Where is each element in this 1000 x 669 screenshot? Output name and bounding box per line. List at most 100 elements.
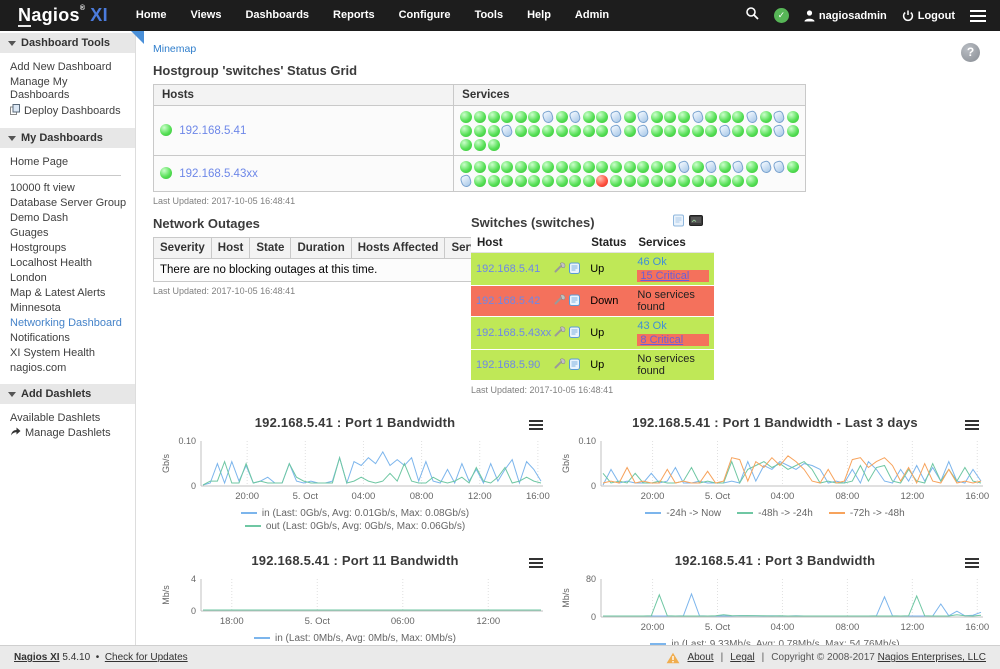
service-mouse-icon[interactable] [773, 110, 786, 123]
service-ok-icon[interactable] [746, 124, 759, 137]
nav-item-help[interactable]: Help [515, 0, 563, 31]
wrench-icon[interactable] [554, 294, 566, 308]
service-ok-icon[interactable] [786, 110, 799, 123]
service-mouse-icon[interactable] [637, 110, 650, 123]
sidebar-item-map-latest-alerts[interactable]: Map & Latest Alerts [10, 286, 129, 301]
sidebar-item-minnesota[interactable]: Minnesota [10, 301, 129, 316]
sidebar-item-manage-my-dashboards[interactable]: Manage My Dashboards [10, 75, 129, 103]
sidebar-item-guages[interactable]: Guages [10, 226, 129, 241]
service-ok-icon[interactable] [569, 174, 582, 187]
wrench-icon[interactable] [554, 358, 566, 372]
service-ok-icon[interactable] [786, 124, 799, 137]
page-icon[interactable] [672, 214, 685, 230]
service-mouse-icon[interactable] [610, 124, 623, 137]
service-mouse-icon[interactable] [637, 124, 650, 137]
service-ok-icon[interactable] [650, 124, 663, 137]
service-ok-icon[interactable] [691, 160, 704, 173]
service-ok-icon[interactable] [746, 174, 759, 187]
service-mouse-icon[interactable] [746, 110, 759, 123]
service-ok-icon[interactable] [786, 160, 799, 173]
service-ok-icon[interactable] [528, 110, 541, 123]
service-ok-icon[interactable] [474, 110, 487, 123]
note-icon[interactable] [569, 358, 580, 373]
service-ok-icon[interactable] [691, 124, 704, 137]
legend-item[interactable]: in (Last: 0Gb/s, Avg: 0.01Gb/s, Max: 0.0… [161, 507, 549, 520]
sidebar-item-deploy-dashboards[interactable]: Deploy Dashboards [10, 103, 129, 120]
service-ok-icon[interactable] [691, 174, 704, 187]
service-critical-icon[interactable] [596, 174, 609, 187]
sidebar-item-home-page[interactable]: Home Page [10, 155, 129, 170]
sidebar-item-nagios-com[interactable]: nagios.com [10, 361, 129, 376]
service-ok-icon[interactable] [705, 110, 718, 123]
service-mouse-icon[interactable] [759, 160, 772, 173]
service-ok-icon[interactable] [596, 160, 609, 173]
service-ok-icon[interactable] [487, 138, 500, 151]
service-ok-icon[interactable] [501, 160, 514, 173]
service-ok-icon[interactable] [664, 160, 677, 173]
service-ok-icon[interactable] [650, 110, 663, 123]
sidebar-item-available-dashlets[interactable]: Available Dashlets [10, 411, 129, 426]
service-ok-icon[interactable] [732, 110, 745, 123]
sidebar-item-hostgroups[interactable]: Hostgroups [10, 241, 129, 256]
service-ok-icon[interactable] [474, 138, 487, 151]
service-ok-icon[interactable] [515, 160, 528, 173]
legend-item[interactable]: in (Last: 9.33Mb/s, Avg: 0.78Mb/s, Max: … [565, 638, 985, 645]
sidebar-item-database-server-group[interactable]: Database Server Group [10, 196, 129, 211]
service-ok-icon[interactable] [487, 110, 500, 123]
service-ok-icon[interactable] [732, 124, 745, 137]
service-mouse-icon[interactable] [732, 160, 745, 173]
service-ok-icon[interactable] [555, 124, 568, 137]
service-ok-icon[interactable] [678, 174, 691, 187]
service-ok-icon[interactable] [528, 160, 541, 173]
service-ok-icon[interactable] [542, 160, 555, 173]
legend-item[interactable]: -48h -> -24h [737, 507, 813, 520]
switch-host-link[interactable]: 192.168.5.42 [476, 295, 551, 307]
service-ok-icon[interactable] [610, 174, 623, 187]
service-ok-icon[interactable] [623, 110, 636, 123]
sidebar-item-add-new-dashboard[interactable]: Add New Dashboard [10, 60, 129, 75]
service-ok-icon[interactable] [623, 160, 636, 173]
switch-host-link[interactable]: 192.168.5.41 [476, 263, 551, 275]
chart-menu-icon[interactable] [963, 416, 981, 434]
user-menu[interactable]: nagiosadmin [804, 10, 887, 22]
note-icon[interactable] [569, 326, 580, 341]
service-ok-icon[interactable] [705, 174, 718, 187]
service-ok-icon[interactable] [555, 160, 568, 173]
service-ok-icon[interactable] [759, 110, 772, 123]
host-link[interactable]: 192.168.5.41 [176, 125, 246, 137]
service-mouse-icon[interactable] [718, 124, 731, 137]
logout-button[interactable]: Logout [902, 10, 955, 22]
service-ok-icon[interactable] [718, 160, 731, 173]
service-ok-icon[interactable] [515, 110, 528, 123]
nav-item-dashboards[interactable]: Dashboards [233, 0, 321, 31]
service-ok-icon[interactable] [705, 124, 718, 137]
nav-item-views[interactable]: Views [178, 0, 233, 31]
chart-menu-icon[interactable] [527, 416, 545, 434]
service-ok-icon[interactable] [583, 174, 596, 187]
service-ok-icon[interactable] [501, 174, 514, 187]
monitor-icon[interactable] [689, 215, 703, 230]
service-ok-icon[interactable] [487, 160, 500, 173]
service-ok-icon[interactable] [487, 124, 500, 137]
status-ok-icon[interactable]: ✓ [774, 8, 789, 23]
legend-item[interactable]: out (Last: 0Gb/s, Avg: 0Gb/s, Max: 0.06G… [161, 520, 549, 533]
service-ok-icon[interactable] [528, 174, 541, 187]
service-ok-icon[interactable] [583, 110, 596, 123]
service-ok-icon[interactable] [650, 160, 663, 173]
service-ok-icon[interactable] [637, 160, 650, 173]
legend-item[interactable]: in (Last: 0Mb/s, Avg: 0Mb/s, Max: 0Mb/s) [161, 632, 549, 645]
sidebar-section-header-add-dashlets[interactable]: Add Dashlets [0, 384, 135, 404]
service-mouse-icon[interactable] [705, 160, 718, 173]
service-ok-icon[interactable] [515, 124, 528, 137]
service-ok-icon[interactable] [542, 124, 555, 137]
service-ok-icon[interactable] [569, 160, 582, 173]
service-ok-icon[interactable] [474, 124, 487, 137]
note-icon[interactable] [569, 262, 580, 277]
service-ok-icon[interactable] [515, 174, 528, 187]
help-icon[interactable]: ? [961, 43, 980, 62]
sidebar-item-networking-dashboard[interactable]: Networking Dashboard [10, 316, 129, 331]
service-ok-icon[interactable] [460, 160, 473, 173]
service-ok-icon[interactable] [678, 124, 691, 137]
nav-item-admin[interactable]: Admin [563, 0, 621, 31]
service-ok-icon[interactable] [664, 124, 677, 137]
